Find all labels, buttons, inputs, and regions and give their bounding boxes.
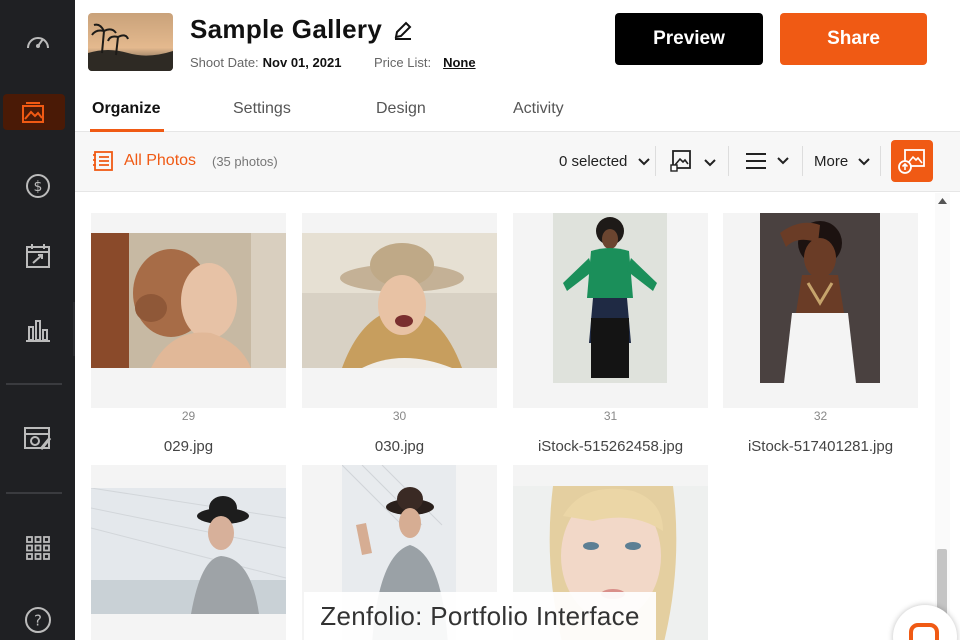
chevron-down-icon — [777, 157, 790, 165]
photo-thumbnail[interactable] — [723, 213, 918, 408]
calendar-icon — [25, 244, 50, 268]
help-icon: ? — [24, 607, 51, 633]
selection-count: 0 selected — [559, 153, 628, 170]
share-button[interactable]: Share — [780, 13, 927, 65]
tab-settings[interactable]: Settings — [233, 100, 291, 118]
list-icon — [93, 151, 113, 171]
website-icon — [23, 427, 51, 450]
photo-number: 29 — [181, 409, 196, 423]
photo-number: 31 — [603, 409, 618, 423]
photo-count: (35 photos) — [212, 154, 278, 169]
gallery-tabs: Organize Settings Design Activity — [75, 98, 960, 132]
photo-card[interactable] — [91, 465, 286, 640]
pencil-icon[interactable] — [393, 20, 413, 40]
scroll-up-arrow-icon[interactable] — [938, 198, 947, 204]
photo-number: 30 — [392, 409, 407, 423]
chat-icon — [909, 623, 939, 640]
photo-filename: 030.jpg — [374, 438, 425, 455]
shoot-date-value: Nov 01, 2021 — [262, 55, 342, 70]
sidebar-item-calendar[interactable] — [0, 234, 75, 278]
grid-scrollbar[interactable] — [935, 193, 950, 640]
toolbar-divider — [728, 146, 729, 176]
sort-dropdown[interactable] — [745, 152, 790, 175]
tab-activity[interactable]: Activity — [513, 100, 564, 118]
svg-text:$: $ — [33, 179, 42, 195]
all-photos-label[interactable]: All Photos — [124, 152, 196, 170]
photo-filename: iStock-515262458.jpg — [537, 438, 684, 455]
price-list-link[interactable]: None — [443, 55, 476, 70]
toolbar-divider — [802, 146, 803, 176]
menu-icon — [746, 153, 766, 169]
photo-card[interactable]: 32 iStock-517401281.jpg — [723, 213, 918, 455]
price-list-label: Price List: — [374, 55, 432, 70]
photo-thumbnail[interactable] — [302, 213, 497, 408]
stats-icon — [25, 320, 50, 342]
photo-filename: 029.jpg — [163, 438, 214, 455]
selection-dropdown[interactable]: 0 selected — [559, 153, 650, 170]
tab-organize[interactable]: Organize — [92, 100, 160, 118]
galleries-icon — [21, 102, 44, 123]
sidebar-item-dashboard[interactable] — [0, 19, 75, 63]
chevron-down-icon — [637, 158, 650, 166]
apps-icon — [25, 536, 50, 560]
photos-toolbar: All Photos (35 photos) 0 selected More — [75, 132, 960, 192]
sidebar-item-website[interactable] — [0, 417, 75, 461]
app-root: $ ? Sample Gallery Shoot Date: Nov 01, 2… — [0, 0, 960, 640]
image-caption: Zenfolio: Portfolio Interface — [304, 592, 656, 640]
shoot-date-label: Shoot Date: — [190, 55, 259, 70]
upload-photos-button[interactable] — [891, 140, 933, 182]
image-size-icon — [670, 150, 691, 172]
dashboard-icon — [26, 37, 49, 49]
chevron-down-icon — [858, 158, 871, 166]
photo-card[interactable]: 29 029.jpg — [91, 213, 286, 455]
chevron-down-icon — [704, 159, 717, 167]
preview-button[interactable]: Preview — [615, 13, 763, 65]
sidebar-item-sales[interactable]: $ — [0, 164, 75, 208]
image-view-dropdown[interactable] — [670, 149, 717, 178]
photo-thumbnail[interactable] — [91, 465, 286, 640]
photo-thumbnail[interactable] — [513, 213, 708, 408]
gallery-header: Sample Gallery Shoot Date: Nov 01, 2021 P… — [75, 0, 960, 132]
more-label: More — [814, 153, 849, 170]
gallery-title: Sample Gallery — [190, 14, 383, 44]
toolbar-divider — [880, 146, 881, 176]
gallery-cover-thumbnail[interactable] — [88, 13, 173, 71]
photo-thumbnail[interactable] — [91, 213, 286, 408]
price-list: Price List: None — [374, 55, 476, 70]
shoot-date: Shoot Date: Nov 01, 2021 — [190, 55, 341, 70]
svg-text:?: ? — [34, 612, 42, 630]
sidebar-item-stats[interactable] — [0, 308, 75, 352]
upload-photos-icon — [898, 149, 925, 174]
more-dropdown[interactable]: More — [814, 153, 871, 170]
sidebar-item-galleries[interactable] — [0, 94, 75, 138]
photo-number: 32 — [813, 409, 828, 423]
photo-grid: 29 029.jpg 30 030.jpg 31 iStock-51526245… — [75, 193, 935, 640]
sidebar-divider — [6, 492, 62, 494]
sidebar-item-help[interactable]: ? — [0, 598, 75, 640]
photo-card[interactable]: 31 iStock-515262458.jpg — [513, 213, 708, 455]
sidebar: $ ? — [0, 0, 75, 640]
sidebar-divider — [6, 383, 62, 385]
tab-design[interactable]: Design — [376, 100, 426, 118]
photo-card[interactable]: 30 030.jpg — [302, 213, 497, 455]
photo-filename: iStock-517401281.jpg — [747, 438, 894, 455]
sidebar-item-apps[interactable] — [0, 526, 75, 570]
toolbar-divider — [655, 146, 656, 176]
sales-icon: $ — [25, 174, 50, 198]
